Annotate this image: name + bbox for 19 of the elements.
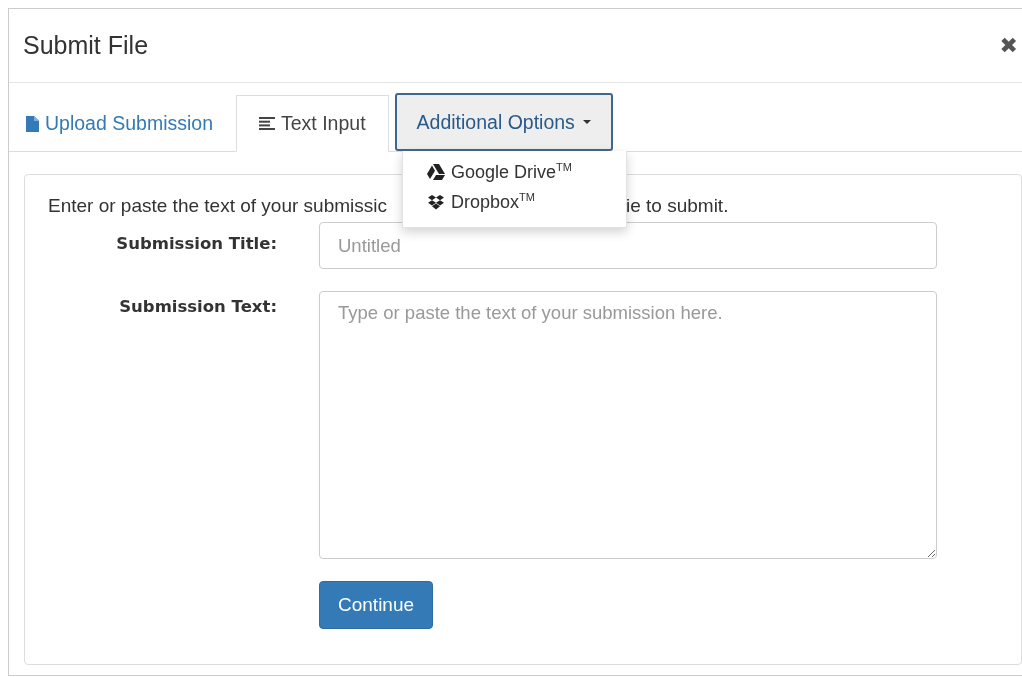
tab[interactable]: Text Input — [236, 95, 389, 152]
close-button[interactable]: ✖ — [999, 34, 1018, 57]
tab-link[interactable]: Upload Submission — [11, 95, 228, 152]
box-logo-icon — [427, 194, 445, 210]
menu-item[interactable]: Dropbox$^{TM}$ — [403, 187, 626, 217]
continue-button[interactable]: Continue — [319, 581, 434, 629]
text-area-field[interactable]: Type or paste the text of your submission here. — [319, 291, 937, 559]
caret-icon — [582, 120, 591, 124]
field-label: Submission Title: — [115, 233, 277, 253]
dialog-title: Submit File — [23, 31, 149, 60]
instruction-text: ie to submit. — [626, 195, 729, 217]
instruction-text: Enter or paste the text of your submissic — [48, 195, 388, 217]
title-field[interactable]: Untitled — [319, 222, 937, 269]
triangle-logo-icon — [427, 164, 445, 180]
menu-item[interactable]: Google Drive$^{TM}$ — [403, 157, 626, 187]
file-icon — [26, 115, 39, 132]
field-label: Submission Text: — [118, 296, 277, 316]
text-lines-icon — [259, 117, 275, 130]
dropdown-tab[interactable]: Additional Options — [394, 93, 613, 151]
